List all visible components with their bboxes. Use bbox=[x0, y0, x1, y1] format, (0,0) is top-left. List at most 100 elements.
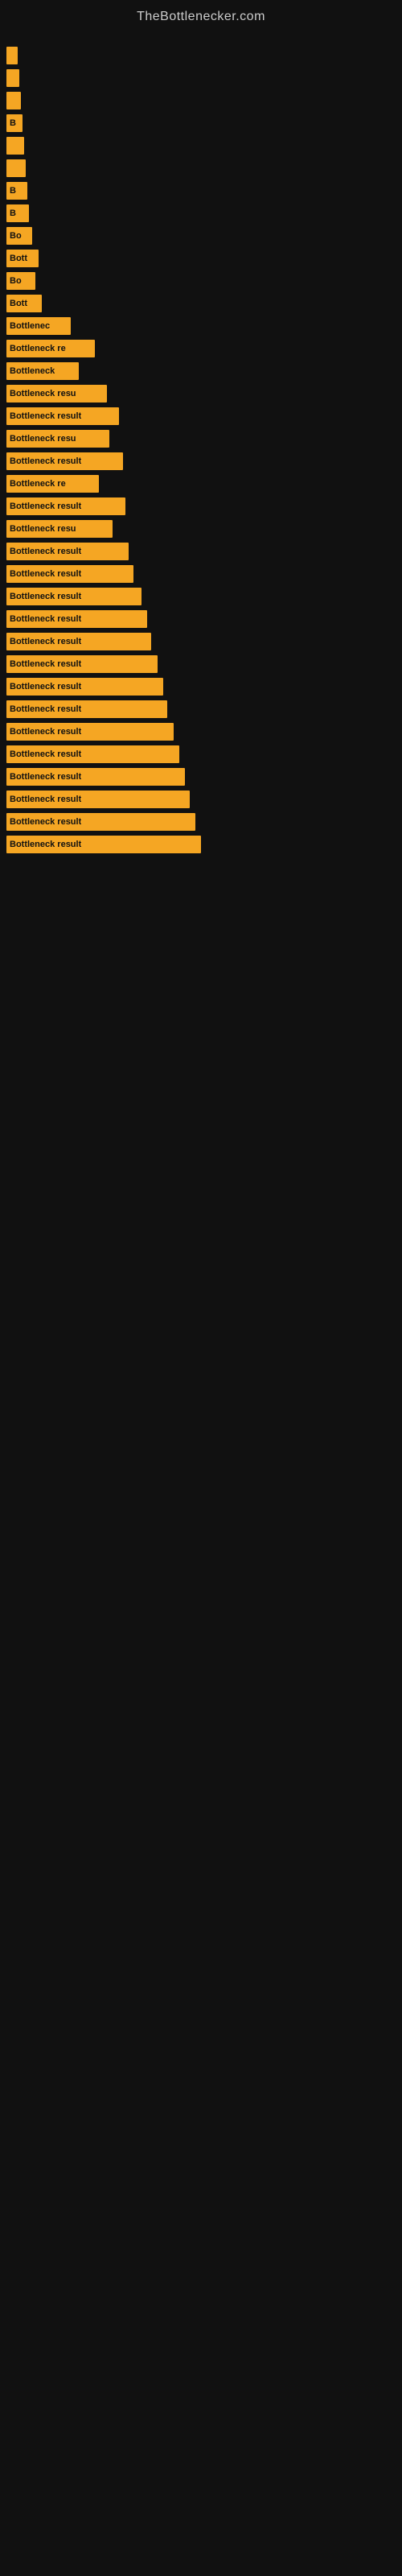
bar-row: Bott bbox=[6, 250, 402, 267]
bar-row: Bottleneck result bbox=[6, 768, 402, 786]
bar-label: Bottlenec bbox=[10, 321, 50, 331]
bar-row: Bottleneck resu bbox=[6, 430, 402, 448]
bar-row: Bottleneck result bbox=[6, 700, 402, 718]
bar-row: Bottleneck result bbox=[6, 791, 402, 808]
bar-label: Bottleneck result bbox=[10, 840, 81, 849]
bar-label: Bott bbox=[10, 254, 27, 263]
bar-label: Bottleneck re bbox=[10, 479, 66, 489]
bar-label: Bott bbox=[10, 299, 27, 308]
bar-label: Bo bbox=[10, 231, 22, 241]
bar-label: Bottleneck result bbox=[10, 411, 81, 421]
bar-label: Bottleneck result bbox=[10, 704, 81, 714]
bar-label: Bottleneck resu bbox=[10, 389, 76, 398]
bar: Bottleneck result bbox=[6, 610, 147, 628]
bar bbox=[6, 92, 21, 109]
bar-row bbox=[6, 69, 402, 87]
bar: Bottleneck result bbox=[6, 791, 190, 808]
bar: Bottleneck result bbox=[6, 836, 201, 853]
bar-label: B bbox=[10, 208, 16, 218]
bar: Bottleneck result bbox=[6, 768, 185, 786]
bar bbox=[6, 159, 26, 177]
bar: Bottleneck resu bbox=[6, 430, 109, 448]
bar-row: Bottleneck result bbox=[6, 745, 402, 763]
bar-row: Bottleneck result bbox=[6, 655, 402, 673]
bar-row: Bottleneck resu bbox=[6, 520, 402, 538]
bar-row: Bottleneck result bbox=[6, 588, 402, 605]
bar: Bottleneck resu bbox=[6, 520, 113, 538]
bar: Bottleneck result bbox=[6, 655, 158, 673]
bar-label: Bottleneck result bbox=[10, 502, 81, 511]
bar: Bottlenec bbox=[6, 317, 71, 335]
bar-label: Bottleneck resu bbox=[10, 434, 76, 444]
bar: B bbox=[6, 182, 27, 200]
bar-label: B bbox=[10, 186, 16, 196]
bar: Bott bbox=[6, 295, 42, 312]
bar: Bo bbox=[6, 272, 35, 290]
bar-label: Bottleneck result bbox=[10, 795, 81, 804]
bar-label: Bottleneck result bbox=[10, 614, 81, 624]
bar: Bottleneck result bbox=[6, 543, 129, 560]
bar-row: B bbox=[6, 182, 402, 200]
bar: Bo bbox=[6, 227, 32, 245]
bar-row: Bottleneck result bbox=[6, 407, 402, 425]
bar bbox=[6, 69, 19, 87]
bar: B bbox=[6, 114, 23, 132]
bar-label: Bottleneck bbox=[10, 366, 55, 376]
bar-label: Bottleneck result bbox=[10, 659, 81, 669]
bar-row: B bbox=[6, 204, 402, 222]
bar-label: Bottleneck result bbox=[10, 569, 81, 579]
bar-row bbox=[6, 92, 402, 109]
bar-label: Bottleneck result bbox=[10, 817, 81, 827]
bar-row: Bottleneck result bbox=[6, 565, 402, 583]
bar: Bottleneck re bbox=[6, 340, 95, 357]
bar-label: Bottleneck result bbox=[10, 547, 81, 556]
bar: Bottleneck result bbox=[6, 452, 123, 470]
bar: Bottleneck bbox=[6, 362, 79, 380]
bar: Bottleneck result bbox=[6, 678, 163, 696]
bar: Bottleneck result bbox=[6, 745, 179, 763]
bar-row: Bottleneck re bbox=[6, 475, 402, 493]
bar-row: Bottleneck result bbox=[6, 610, 402, 628]
bar-label: Bottleneck result bbox=[10, 772, 81, 782]
bar-row: Bottleneck result bbox=[6, 836, 402, 853]
bars-container: B B B Bo Bott Bo Bott Bottlenec Bottleneck re Bot… bbox=[0, 31, 402, 858]
bar-label: Bottleneck result bbox=[10, 749, 81, 759]
bar: Bott bbox=[6, 250, 39, 267]
bar-label: Bottleneck result bbox=[10, 727, 81, 737]
site-title: TheBottlenecker.com bbox=[0, 0, 402, 31]
bar-row: Bottleneck result bbox=[6, 633, 402, 650]
bar-row: Bottlenec bbox=[6, 317, 402, 335]
bar-label: Bo bbox=[10, 276, 22, 286]
bar-label: Bottleneck result bbox=[10, 456, 81, 466]
bar-row: Bottleneck result bbox=[6, 452, 402, 470]
bar bbox=[6, 137, 24, 155]
bar-row: B bbox=[6, 114, 402, 132]
bar-label: Bottleneck result bbox=[10, 637, 81, 646]
bar-row bbox=[6, 137, 402, 155]
bar: Bottleneck result bbox=[6, 565, 133, 583]
bar: Bottleneck result bbox=[6, 723, 174, 741]
bar: Bottleneck result bbox=[6, 407, 119, 425]
bar-row: Bott bbox=[6, 295, 402, 312]
bar-label: Bottleneck re bbox=[10, 344, 66, 353]
bar: Bottleneck result bbox=[6, 633, 151, 650]
bar-row: Bo bbox=[6, 272, 402, 290]
bar-row: Bottleneck result bbox=[6, 813, 402, 831]
bar: Bottleneck re bbox=[6, 475, 99, 493]
bar: Bottleneck result bbox=[6, 813, 195, 831]
bar-row: Bottleneck re bbox=[6, 340, 402, 357]
bar bbox=[6, 47, 18, 64]
bar-row bbox=[6, 47, 402, 64]
bar-row: Bottleneck resu bbox=[6, 385, 402, 402]
bar: Bottleneck result bbox=[6, 700, 167, 718]
bar-row: Bo bbox=[6, 227, 402, 245]
bar-row: Bottleneck result bbox=[6, 678, 402, 696]
bar-row: Bottleneck bbox=[6, 362, 402, 380]
bar-row: Bottleneck result bbox=[6, 497, 402, 515]
bar: Bottleneck resu bbox=[6, 385, 107, 402]
bar-label: Bottleneck result bbox=[10, 592, 81, 601]
bar-label: B bbox=[10, 118, 16, 128]
bar-label: Bottleneck result bbox=[10, 682, 81, 691]
bar-row: Bottleneck result bbox=[6, 543, 402, 560]
page-container: TheBottlenecker.com B B B Bo Bott Bo Bott Bottl… bbox=[0, 0, 402, 2576]
